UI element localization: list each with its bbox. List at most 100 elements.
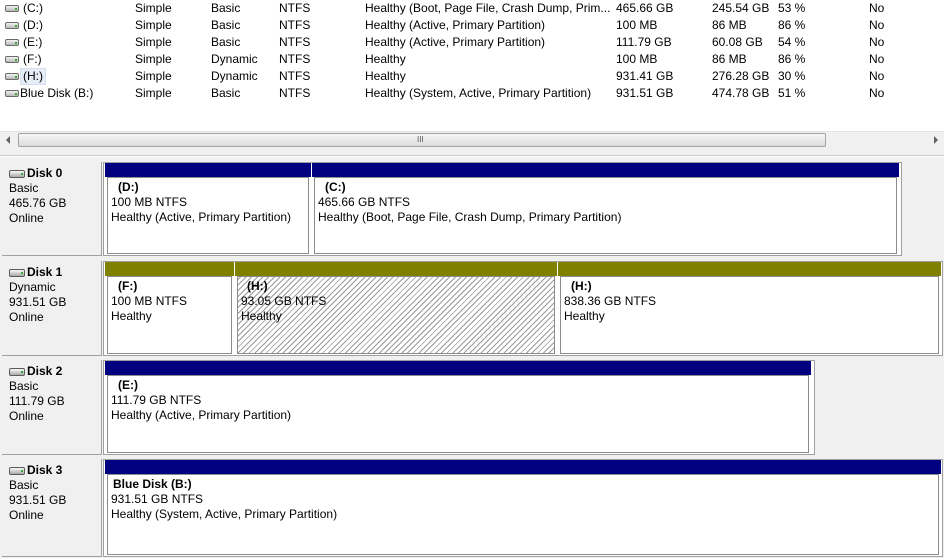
volume-layout: Simple xyxy=(135,52,172,66)
partition-f[interactable]: (F:) 100 MB NTFS Healthy xyxy=(105,262,234,355)
volume-free: 60.08 GB xyxy=(712,35,763,49)
drive-icon xyxy=(5,4,19,13)
volume-free: 86 MB xyxy=(712,52,747,66)
disk-type: Basic xyxy=(9,379,39,393)
volume-type: Basic xyxy=(211,1,241,15)
scroll-left-icon[interactable] xyxy=(0,132,17,148)
volume-name: (D:) xyxy=(23,18,43,32)
volume-fs: NTFS xyxy=(279,52,311,66)
volume-row[interactable]: (C:) Simple Basic NTFS Healthy (Boot, Pa… xyxy=(0,0,944,17)
partition-e[interactable]: (E:) 111.79 GB NTFS Healthy (Active, Pri… xyxy=(105,361,811,454)
partition-title: (F:) xyxy=(118,279,138,293)
disk-type: Basic xyxy=(9,478,39,492)
partition-b[interactable]: Blue Disk (B:) 931.51 GB NTFS Healthy (S… xyxy=(105,460,941,556)
volume-layout: Simple xyxy=(135,35,172,49)
pane-splitter[interactable] xyxy=(0,148,944,156)
volume-pct: 30 % xyxy=(778,69,806,83)
volume-name: (H:) xyxy=(20,68,46,85)
horizontal-scrollbar[interactable]: III xyxy=(0,131,944,148)
volume-capacity: 100 MB xyxy=(616,18,658,32)
volume-row[interactable]: (H:) Simple Dynamic NTFS Healthy 931.41 … xyxy=(0,68,944,85)
partition-status: Healthy xyxy=(564,309,605,323)
partition-size: 100 MB NTFS xyxy=(111,195,188,209)
scrollbar-thumb[interactable]: III xyxy=(18,133,826,147)
volume-row[interactable]: Blue Disk (B:) Simple Basic NTFS Healthy… xyxy=(0,85,944,102)
volume-list: (C:) Simple Basic NTFS Healthy (Boot, Pa… xyxy=(0,0,944,131)
volume-type: Basic xyxy=(211,18,241,32)
disk-type: Dynamic xyxy=(9,280,56,294)
disk-title: Disk 0 xyxy=(27,166,63,180)
volume-free: 474.78 GB xyxy=(712,86,770,100)
partition-bar xyxy=(105,361,811,375)
volume-row[interactable]: (F:) Simple Dynamic NTFS Healthy 100 MB … xyxy=(0,51,944,68)
partition-size: 100 MB NTFS xyxy=(111,294,188,308)
partition-title: Blue Disk (B:) xyxy=(113,477,192,491)
partition-size: 931.51 GB NTFS xyxy=(111,492,204,506)
disk-label-3[interactable]: Disk 3 Basic 931.51 GB Online xyxy=(2,459,102,557)
volume-layout: Simple xyxy=(135,69,172,83)
volume-pct: 86 % xyxy=(778,18,806,32)
partition-d[interactable]: (D:) 100 MB NTFS Healthy (Active, Primar… xyxy=(105,163,311,255)
volume-type: Dynamic xyxy=(211,69,258,83)
volume-capacity: 931.41 GB xyxy=(616,69,674,83)
volume-fault: No xyxy=(869,35,885,49)
disk-type: Basic xyxy=(9,181,39,195)
volume-free: 245.54 GB xyxy=(712,1,770,15)
drive-icon xyxy=(5,21,19,30)
volume-fault: No xyxy=(869,69,885,83)
volume-capacity: 100 MB xyxy=(616,52,658,66)
disk-size: 465.76 GB xyxy=(9,196,67,210)
disk-area-1: (F:) 100 MB NTFS Healthy (H:) 93.05 GB N… xyxy=(103,261,943,356)
disk-label-1[interactable]: Disk 1 Dynamic 931.51 GB Online xyxy=(2,261,102,356)
partition-bar xyxy=(105,163,311,177)
volume-row[interactable]: (D:) Simple Basic NTFS Healthy (Active, … xyxy=(0,17,944,34)
volume-fault: No xyxy=(869,18,885,32)
partition-title: (E:) xyxy=(118,378,138,392)
volume-status: Healthy (Active, Primary Partition) xyxy=(365,35,546,49)
volume-name: (C:) xyxy=(23,1,43,15)
disk-state: Online xyxy=(9,310,44,324)
partition-status: Healthy (Boot, Page File, Crash Dump, Pr… xyxy=(318,210,622,224)
partition-bar xyxy=(558,262,941,276)
drive-icon xyxy=(5,38,19,47)
partition-size: 838.36 GB NTFS xyxy=(564,294,657,308)
disk-title: Disk 3 xyxy=(27,463,63,477)
volume-fs: NTFS xyxy=(279,1,311,15)
disk-state: Online xyxy=(9,409,44,423)
volume-free: 86 MB xyxy=(712,18,747,32)
disk-area-3: Blue Disk (B:) 931.51 GB NTFS Healthy (S… xyxy=(103,459,943,557)
volume-status: Healthy xyxy=(365,52,406,66)
disk-map: Disk 0 Basic 465.76 GB Online (D:) 100 M… xyxy=(0,157,944,558)
disk-state: Online xyxy=(9,508,44,522)
partition-bar xyxy=(312,163,899,177)
volume-status: Healthy (Active, Primary Partition) xyxy=(365,18,546,32)
volume-free: 276.28 GB xyxy=(712,69,770,83)
volume-fs: NTFS xyxy=(279,69,311,83)
disk-title: Disk 2 xyxy=(27,364,63,378)
volume-row[interactable]: (E:) Simple Basic NTFS Healthy (Active, … xyxy=(0,34,944,51)
volume-fs: NTFS xyxy=(279,18,311,32)
volume-type: Basic xyxy=(211,35,241,49)
disk-title: Disk 1 xyxy=(27,265,63,279)
volume-pct: 53 % xyxy=(778,1,806,15)
partition-bar xyxy=(235,262,557,276)
partition-h-selected[interactable]: (H:) 93.05 GB NTFS Healthy xyxy=(235,262,557,355)
disk-label-0[interactable]: Disk 0 Basic 465.76 GB Online xyxy=(2,162,102,256)
partition-status: Healthy (Active, Primary Partition) xyxy=(111,408,292,422)
scroll-right-icon[interactable] xyxy=(927,132,944,148)
volume-fault: No xyxy=(869,52,885,66)
volume-layout: Simple xyxy=(135,1,172,15)
volume-capacity: 465.66 GB xyxy=(616,1,674,15)
partition-status: Healthy (Active, Primary Partition) xyxy=(111,210,292,224)
volume-name: Blue Disk (B:) xyxy=(20,86,94,100)
partition-status: Healthy (System, Active, Primary Partiti… xyxy=(111,507,338,521)
disk-label-2[interactable]: Disk 2 Basic 111.79 GB Online xyxy=(2,360,102,455)
volume-type: Basic xyxy=(211,86,241,100)
disk-icon xyxy=(9,467,25,475)
partition-status: Healthy xyxy=(241,309,282,323)
partition-c[interactable]: (C:) 465.66 GB NTFS Healthy (Boot, Page … xyxy=(312,163,899,255)
volume-layout: Simple xyxy=(135,86,172,100)
disk-area-0: (D:) 100 MB NTFS Healthy (Active, Primar… xyxy=(103,162,902,256)
disk-size: 111.79 GB xyxy=(9,394,65,408)
partition-h[interactable]: (H:) 838.36 GB NTFS Healthy xyxy=(558,262,941,355)
